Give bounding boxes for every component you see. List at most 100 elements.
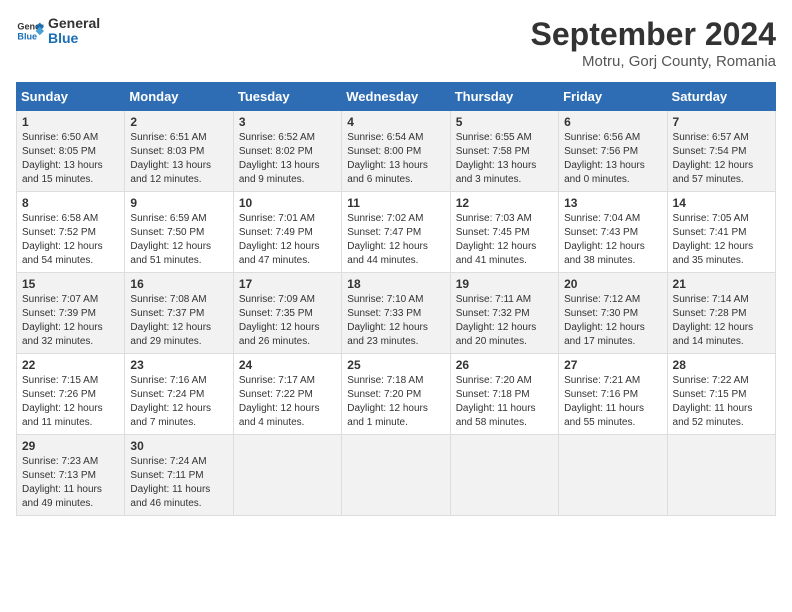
day-number: 9 — [130, 196, 227, 210]
logo-icon: General Blue — [16, 17, 44, 45]
day-number: 21 — [673, 277, 770, 291]
day-cell-25: 25 Sunrise: 7:18 AMSunset: 7:20 PMDaylig… — [342, 354, 450, 435]
calendar-table: SundayMondayTuesdayWednesdayThursdayFrid… — [16, 82, 776, 516]
day-info: Sunrise: 6:52 AMSunset: 8:02 PMDaylight:… — [239, 131, 336, 187]
day-info: Sunrise: 7:15 AMSunset: 7:26 PMDaylight:… — [22, 374, 119, 430]
day-cell-9: 9 Sunrise: 6:59 AMSunset: 7:50 PMDayligh… — [125, 192, 233, 273]
day-cell-7: 7 Sunrise: 6:57 AMSunset: 7:54 PMDayligh… — [667, 111, 775, 192]
day-info: Sunrise: 7:05 AMSunset: 7:41 PMDaylight:… — [673, 212, 770, 268]
day-info: Sunrise: 7:21 AMSunset: 7:16 PMDaylight:… — [564, 374, 661, 430]
day-cell-16: 16 Sunrise: 7:08 AMSunset: 7:37 PMDaylig… — [125, 273, 233, 354]
day-cell-20: 20 Sunrise: 7:12 AMSunset: 7:30 PMDaylig… — [559, 273, 667, 354]
day-cell-17: 17 Sunrise: 7:09 AMSunset: 7:35 PMDaylig… — [233, 273, 341, 354]
day-info: Sunrise: 7:04 AMSunset: 7:43 PMDaylight:… — [564, 212, 661, 268]
day-cell-4: 4 Sunrise: 6:54 AMSunset: 8:00 PMDayligh… — [342, 111, 450, 192]
day-cell-14: 14 Sunrise: 7:05 AMSunset: 7:41 PMDaylig… — [667, 192, 775, 273]
day-cell-11: 11 Sunrise: 7:02 AMSunset: 7:47 PMDaylig… — [342, 192, 450, 273]
day-cell-15: 15 Sunrise: 7:07 AMSunset: 7:39 PMDaylig… — [17, 273, 125, 354]
day-number: 1 — [22, 115, 119, 129]
day-cell-28: 28 Sunrise: 7:22 AMSunset: 7:15 PMDaylig… — [667, 354, 775, 435]
day-info: Sunrise: 7:07 AMSunset: 7:39 PMDaylight:… — [22, 293, 119, 349]
day-number: 18 — [347, 277, 444, 291]
day-number: 15 — [22, 277, 119, 291]
day-number: 3 — [239, 115, 336, 129]
day-cell-10: 10 Sunrise: 7:01 AMSunset: 7:49 PMDaylig… — [233, 192, 341, 273]
day-cell-3: 3 Sunrise: 6:52 AMSunset: 8:02 PMDayligh… — [233, 111, 341, 192]
day-number: 20 — [564, 277, 661, 291]
day-info: Sunrise: 7:14 AMSunset: 7:28 PMDaylight:… — [673, 293, 770, 349]
svg-text:Blue: Blue — [17, 32, 37, 42]
day-header-tuesday: Tuesday — [233, 83, 341, 111]
day-cell-13: 13 Sunrise: 7:04 AMSunset: 7:43 PMDaylig… — [559, 192, 667, 273]
week-row-5: 29 Sunrise: 7:23 AMSunset: 7:13 PMDaylig… — [17, 435, 776, 516]
day-number: 24 — [239, 358, 336, 372]
location-title: Motru, Gorj County, Romania — [531, 53, 776, 70]
day-number: 7 — [673, 115, 770, 129]
header: General Blue General Blue September 2024… — [16, 16, 776, 70]
day-number: 26 — [456, 358, 553, 372]
day-number: 16 — [130, 277, 227, 291]
day-info: Sunrise: 6:58 AMSunset: 7:52 PMDaylight:… — [22, 212, 119, 268]
week-row-3: 15 Sunrise: 7:07 AMSunset: 7:39 PMDaylig… — [17, 273, 776, 354]
day-info: Sunrise: 6:51 AMSunset: 8:03 PMDaylight:… — [130, 131, 227, 187]
day-cell-6: 6 Sunrise: 6:56 AMSunset: 7:56 PMDayligh… — [559, 111, 667, 192]
day-number: 27 — [564, 358, 661, 372]
day-info: Sunrise: 7:20 AMSunset: 7:18 PMDaylight:… — [456, 374, 553, 430]
day-info: Sunrise: 6:57 AMSunset: 7:54 PMDaylight:… — [673, 131, 770, 187]
day-info: Sunrise: 7:08 AMSunset: 7:37 PMDaylight:… — [130, 293, 227, 349]
empty-cell — [233, 435, 341, 516]
day-cell-1: 1 Sunrise: 6:50 AMSunset: 8:05 PMDayligh… — [17, 111, 125, 192]
day-header-thursday: Thursday — [450, 83, 558, 111]
empty-cell — [559, 435, 667, 516]
day-info: Sunrise: 7:02 AMSunset: 7:47 PMDaylight:… — [347, 212, 444, 268]
month-title: September 2024 — [531, 16, 776, 53]
empty-cell — [342, 435, 450, 516]
day-info: Sunrise: 7:12 AMSunset: 7:30 PMDaylight:… — [564, 293, 661, 349]
day-number: 14 — [673, 196, 770, 210]
day-number: 12 — [456, 196, 553, 210]
day-info: Sunrise: 7:16 AMSunset: 7:24 PMDaylight:… — [130, 374, 227, 430]
day-info: Sunrise: 7:11 AMSunset: 7:32 PMDaylight:… — [456, 293, 553, 349]
week-row-2: 8 Sunrise: 6:58 AMSunset: 7:52 PMDayligh… — [17, 192, 776, 273]
day-cell-23: 23 Sunrise: 7:16 AMSunset: 7:24 PMDaylig… — [125, 354, 233, 435]
logo-general: General — [48, 16, 100, 31]
day-info: Sunrise: 7:09 AMSunset: 7:35 PMDaylight:… — [239, 293, 336, 349]
day-info: Sunrise: 7:17 AMSunset: 7:22 PMDaylight:… — [239, 374, 336, 430]
day-header-wednesday: Wednesday — [342, 83, 450, 111]
day-cell-5: 5 Sunrise: 6:55 AMSunset: 7:58 PMDayligh… — [450, 111, 558, 192]
day-number: 11 — [347, 196, 444, 210]
day-info: Sunrise: 6:59 AMSunset: 7:50 PMDaylight:… — [130, 212, 227, 268]
day-cell-26: 26 Sunrise: 7:20 AMSunset: 7:18 PMDaylig… — [450, 354, 558, 435]
day-info: Sunrise: 6:56 AMSunset: 7:56 PMDaylight:… — [564, 131, 661, 187]
day-cell-2: 2 Sunrise: 6:51 AMSunset: 8:03 PMDayligh… — [125, 111, 233, 192]
day-info: Sunrise: 6:50 AMSunset: 8:05 PMDaylight:… — [22, 131, 119, 187]
day-info: Sunrise: 7:01 AMSunset: 7:49 PMDaylight:… — [239, 212, 336, 268]
day-cell-21: 21 Sunrise: 7:14 AMSunset: 7:28 PMDaylig… — [667, 273, 775, 354]
day-number: 17 — [239, 277, 336, 291]
day-number: 25 — [347, 358, 444, 372]
day-cell-22: 22 Sunrise: 7:15 AMSunset: 7:26 PMDaylig… — [17, 354, 125, 435]
day-cell-12: 12 Sunrise: 7:03 AMSunset: 7:45 PMDaylig… — [450, 192, 558, 273]
day-info: Sunrise: 7:22 AMSunset: 7:15 PMDaylight:… — [673, 374, 770, 430]
day-number: 6 — [564, 115, 661, 129]
day-number: 30 — [130, 439, 227, 453]
day-number: 8 — [22, 196, 119, 210]
day-info: Sunrise: 7:10 AMSunset: 7:33 PMDaylight:… — [347, 293, 444, 349]
day-cell-27: 27 Sunrise: 7:21 AMSunset: 7:16 PMDaylig… — [559, 354, 667, 435]
day-number: 22 — [22, 358, 119, 372]
logo-blue: Blue — [48, 31, 100, 46]
day-header-monday: Monday — [125, 83, 233, 111]
day-number: 4 — [347, 115, 444, 129]
logo: General Blue General Blue — [16, 16, 100, 47]
day-header-saturday: Saturday — [667, 83, 775, 111]
day-cell-30: 30 Sunrise: 7:24 AMSunset: 7:11 PMDaylig… — [125, 435, 233, 516]
week-row-4: 22 Sunrise: 7:15 AMSunset: 7:26 PMDaylig… — [17, 354, 776, 435]
day-header-sunday: Sunday — [17, 83, 125, 111]
day-cell-24: 24 Sunrise: 7:17 AMSunset: 7:22 PMDaylig… — [233, 354, 341, 435]
day-number: 19 — [456, 277, 553, 291]
day-number: 23 — [130, 358, 227, 372]
day-number: 10 — [239, 196, 336, 210]
day-number: 29 — [22, 439, 119, 453]
day-info: Sunrise: 7:18 AMSunset: 7:20 PMDaylight:… — [347, 374, 444, 430]
day-info: Sunrise: 7:23 AMSunset: 7:13 PMDaylight:… — [22, 455, 119, 511]
